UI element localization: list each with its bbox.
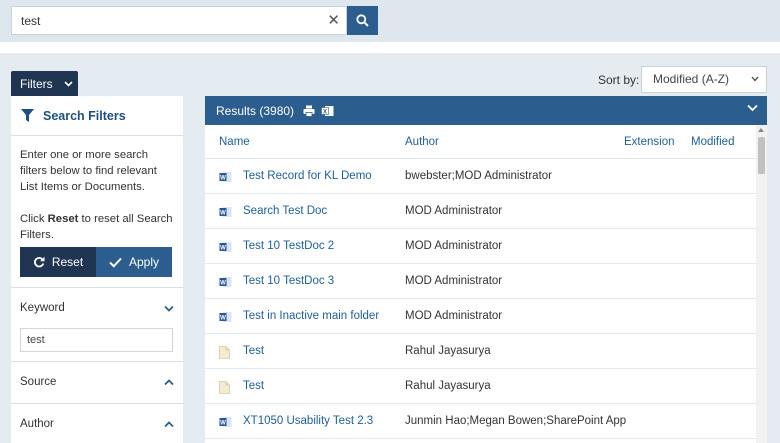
word-icon: W <box>219 241 232 256</box>
chevron-up-icon <box>164 420 174 427</box>
sort-label: Sort by: <box>598 73 640 87</box>
keyword-label: Keyword <box>20 302 65 314</box>
chevron-up-icon <box>164 378 174 385</box>
word-icon: W <box>219 416 232 431</box>
author-header[interactable]: Author <box>11 404 183 443</box>
author-section: Author <box>11 403 183 443</box>
search-filters-header: Search Filters <box>11 96 183 136</box>
excel-export-icon[interactable]: X <box>321 105 334 117</box>
result-title-link[interactable]: Test in Inactive main folder <box>243 310 379 322</box>
result-title-link[interactable]: Test Record for KL Demo <box>243 170 372 182</box>
result-title-link[interactable]: Test 10 TestDoc 2 <box>243 240 334 252</box>
result-row[interactable]: Test Rahul Jayasurya <box>205 334 756 369</box>
svg-text:X: X <box>323 109 327 115</box>
filters-label: Filters <box>20 77 53 91</box>
svg-text:W: W <box>220 210 226 216</box>
chevron-down-icon <box>64 81 73 87</box>
author-label: Author <box>20 418 54 430</box>
svg-text:W: W <box>220 315 226 321</box>
chevron-down-icon[interactable] <box>747 104 758 112</box>
result-title-link[interactable]: Test <box>243 380 264 392</box>
search-input[interactable] <box>12 7 312 34</box>
column-name[interactable]: Name <box>219 136 250 148</box>
result-title-link[interactable]: XT1050 Usability Test 2.3 <box>243 415 373 427</box>
search-icon <box>356 14 369 27</box>
filters-help-intro: Enter one or more search filters below t… <box>20 149 157 193</box>
print-icon[interactable] <box>303 105 315 117</box>
page-icon <box>219 381 230 397</box>
result-author: MOD Administrator <box>405 310 503 322</box>
search-filters-panel: Search Filters Enter one or more search … <box>11 96 183 443</box>
filters-help-text: Enter one or more search filters below t… <box>11 136 183 243</box>
filter-actions: Reset Apply <box>20 247 172 277</box>
result-row[interactable]: W Search Test Doc MOD Administrator <box>205 194 756 229</box>
sort-value: Modified (A-Z) <box>653 72 730 86</box>
keyword-header[interactable]: Keyword <box>11 288 183 328</box>
sort-select[interactable]: Modified (A-Z) <box>641 66 767 93</box>
column-extension[interactable]: Extension <box>624 136 675 148</box>
result-author: Rahul Jayasurya <box>405 380 491 392</box>
result-title-link[interactable]: Test 10 TestDoc 3 <box>243 275 334 287</box>
keyword-section: Keyword <box>11 287 183 352</box>
results-column-headers: Name Author Extension Modified <box>205 125 767 159</box>
result-author: bwebster;MOD Administrator <box>405 170 552 182</box>
results-header: Results (3980) X <box>205 96 767 125</box>
word-icon: W <box>219 276 232 291</box>
result-row[interactable]: W Test 10 TestDoc 2 MOD Administrator <box>205 229 756 264</box>
svg-text:W: W <box>220 280 226 286</box>
column-author[interactable]: Author <box>405 136 439 148</box>
search-button[interactable] <box>347 6 378 35</box>
result-row[interactable]: Test Rahul Jayasurya <box>205 369 756 404</box>
apply-button[interactable]: Apply <box>96 247 172 277</box>
apply-label: Apply <box>128 255 160 269</box>
search-filters-title: Search Filters <box>43 108 126 123</box>
result-row[interactable]: W Test 10 TestDoc 3 MOD Administrator <box>205 264 756 299</box>
filters-toggle-button[interactable]: Filters <box>11 71 78 97</box>
chevron-down-icon <box>164 305 174 312</box>
result-title-link[interactable]: Search Test Doc <box>243 205 327 217</box>
word-icon: W <box>219 311 232 326</box>
reset-button[interactable]: Reset <box>20 247 96 277</box>
filter-funnel-icon <box>21 108 34 122</box>
result-row[interactable]: W XT1050 Usability Test 2.3 Junmin Hao;Meg… <box>205 404 756 439</box>
svg-text:W: W <box>220 245 226 251</box>
results-panel: Results (3980) X Name Author Extension M… <box>205 96 767 443</box>
result-author: Rahul Jayasurya <box>405 345 491 357</box>
result-author: Junmin Hao;Megan Bowen;SharePoint App <box>405 415 627 427</box>
results-title: Results (3980) <box>216 103 295 118</box>
refresh-icon <box>33 256 45 268</box>
source-label: Source <box>20 376 57 388</box>
results-scrollbar[interactable] <box>756 125 767 443</box>
source-section: Source <box>11 361 183 402</box>
source-header[interactable]: Source <box>11 362 183 402</box>
result-row[interactable]: W Test Record for KL Demo bwebster;MOD Adm… <box>205 159 756 194</box>
word-icon: W <box>219 171 232 186</box>
search-box: ✕ <box>11 6 347 35</box>
clear-icon[interactable]: ✕ <box>327 12 340 29</box>
scroll-up-arrow[interactable] <box>758 128 764 132</box>
page-icon <box>219 346 230 362</box>
result-title-link[interactable]: Test <box>243 345 264 357</box>
filters-help-reset: Click Reset to reset all Search Filters. <box>20 213 173 241</box>
column-modified[interactable]: Modified <box>691 136 734 148</box>
result-author: MOD Administrator <box>405 275 503 287</box>
divider-strip <box>0 42 780 53</box>
check-icon <box>109 257 122 268</box>
svg-text:W: W <box>220 175 226 181</box>
dropdown-arrow-icon <box>751 76 759 82</box>
top-search-bar: ✕ <box>0 0 780 42</box>
result-row[interactable]: W Test in Inactive main folder MOD Adminis… <box>205 299 756 334</box>
scroll-thumb[interactable] <box>758 137 765 174</box>
keyword-input[interactable] <box>20 328 173 352</box>
reset-label: Reset <box>51 255 84 269</box>
result-author: MOD Administrator <box>405 205 503 217</box>
result-author: MOD Administrator <box>405 240 503 252</box>
svg-text:W: W <box>220 420 226 426</box>
word-icon: W <box>219 206 232 221</box>
